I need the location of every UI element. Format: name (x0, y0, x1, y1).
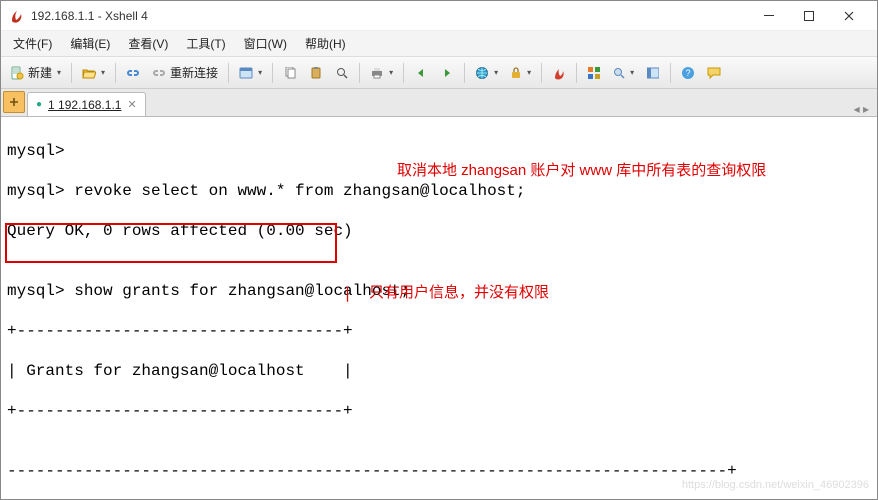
toolbar-separator (541, 63, 542, 83)
svg-text:?: ? (686, 68, 691, 78)
menubar: 文件(F) 编辑(E) 查看(V) 工具(T) 窗口(W) 帮助(H) (1, 31, 877, 57)
terminal-line: +----------------------------------+ (7, 321, 871, 341)
new-tab-button[interactable] (3, 91, 25, 113)
lock-button[interactable]: ▾ (505, 61, 536, 85)
app-icon (9, 8, 25, 24)
tab-session-1[interactable]: ● 1 192.168.1.1 ✕ (27, 92, 146, 116)
dropdown-icon: ▾ (101, 68, 105, 77)
terminal-line: mysql> (7, 141, 871, 161)
window-controls (749, 2, 869, 30)
arrow-left-icon (415, 67, 427, 79)
toolbar: 新建 ▾ ▾ 重新连接 ▾ ▾ ▾ ▾ (1, 57, 877, 89)
layout-button[interactable] (641, 61, 665, 85)
terminal-output[interactable]: mysql> mysql> revoke select on www.* fro… (1, 117, 877, 499)
reconnect-icon (152, 66, 166, 80)
language-button[interactable]: ▾ (470, 61, 503, 85)
new-button[interactable]: 新建 ▾ (5, 61, 66, 85)
dropdown-icon: ▾ (630, 68, 634, 77)
lock-icon (510, 67, 522, 79)
toolbar-separator (403, 63, 404, 83)
dropdown-icon: ▾ (527, 68, 531, 77)
open-button[interactable]: ▾ (77, 61, 110, 85)
dropdown-icon: ▾ (258, 68, 262, 77)
watermark: https://blog.csdn.net/weixin_46902396 (682, 475, 869, 495)
layout-icon (647, 67, 659, 79)
print-button[interactable]: ▾ (365, 61, 398, 85)
minimize-button[interactable] (749, 2, 789, 30)
chat-icon (707, 66, 721, 80)
toolbar-separator (115, 63, 116, 83)
menu-view[interactable]: 查看(V) (120, 31, 176, 56)
grid-icon (588, 67, 600, 79)
terminal-line: +----------------------------------+ (7, 401, 871, 421)
window-titlebar: 192.168.1.1 - Xshell 4 (1, 1, 877, 31)
grid-button[interactable] (582, 61, 606, 85)
tab-strip: ● 1 192.168.1.1 ✕ ◂ ▸ (1, 89, 877, 117)
terminal-line: | Grants for zhangsan@localhost | (7, 361, 871, 381)
find-button[interactable] (330, 61, 354, 85)
xshell-button[interactable] (547, 61, 571, 85)
properties-button[interactable]: ▾ (234, 61, 267, 85)
paste-icon (310, 67, 322, 79)
plus-icon (9, 97, 19, 107)
reconnect-label: 重新连接 (170, 64, 218, 81)
dropdown-icon: ▾ (389, 68, 393, 77)
annotation-text: 取消本地 zhangsan 账户对 www 库中所有表的查询权限 (397, 161, 766, 181)
reconnect-button[interactable]: 重新连接 (147, 61, 223, 85)
tab-overflow-button[interactable]: ◂ ▸ (846, 102, 877, 116)
connect-button[interactable] (121, 61, 145, 85)
toolbar-separator (359, 63, 360, 83)
terminal-line: mysql> revoke select on www.* from zhang… (7, 181, 871, 201)
dropdown-icon: ▾ (57, 68, 61, 77)
copy-button[interactable] (278, 61, 302, 85)
toolbar-separator (670, 63, 671, 83)
help-icon: ? (681, 66, 695, 80)
folder-open-icon (82, 66, 96, 80)
maximize-button[interactable] (789, 2, 829, 30)
globe-icon (475, 66, 489, 80)
status-dot-icon: ● (36, 99, 42, 110)
forward-button[interactable] (435, 61, 459, 85)
window-title: 192.168.1.1 - Xshell 4 (31, 9, 749, 23)
toolbar-separator (71, 63, 72, 83)
help-button[interactable]: ? (676, 61, 700, 85)
annotation-box (5, 223, 337, 263)
printer-icon (370, 66, 384, 80)
new-label: 新建 (28, 64, 52, 81)
back-button[interactable] (409, 61, 433, 85)
copy-icon (284, 67, 296, 79)
new-file-icon (10, 66, 24, 80)
toolbar-separator (464, 63, 465, 83)
search-icon (336, 67, 348, 79)
toolbar-separator (272, 63, 273, 83)
zoom-button[interactable]: ▾ (608, 61, 639, 85)
magnifier-icon (613, 67, 625, 79)
toolbar-separator (576, 63, 577, 83)
close-button[interactable] (829, 2, 869, 30)
dropdown-icon: ▾ (494, 68, 498, 77)
paste-button[interactable] (304, 61, 328, 85)
menu-file[interactable]: 文件(F) (5, 31, 60, 56)
menu-edit[interactable]: 编辑(E) (62, 31, 118, 56)
annotation-text: 只有用户信息，并没有权限 (369, 283, 549, 303)
menu-help[interactable]: 帮助(H) (297, 31, 354, 56)
toolbar-separator (228, 63, 229, 83)
chat-button[interactable] (702, 61, 726, 85)
annotation-pipe: | (343, 283, 352, 303)
flame-icon (552, 66, 566, 80)
menu-tools[interactable]: 工具(T) (178, 31, 233, 56)
properties-icon (239, 66, 253, 80)
link-icon (126, 66, 140, 80)
tab-title: 1 192.168.1.1 (48, 98, 121, 112)
menu-window[interactable]: 窗口(W) (236, 31, 295, 56)
arrow-right-icon (441, 67, 453, 79)
tab-close-icon[interactable]: ✕ (127, 98, 136, 111)
